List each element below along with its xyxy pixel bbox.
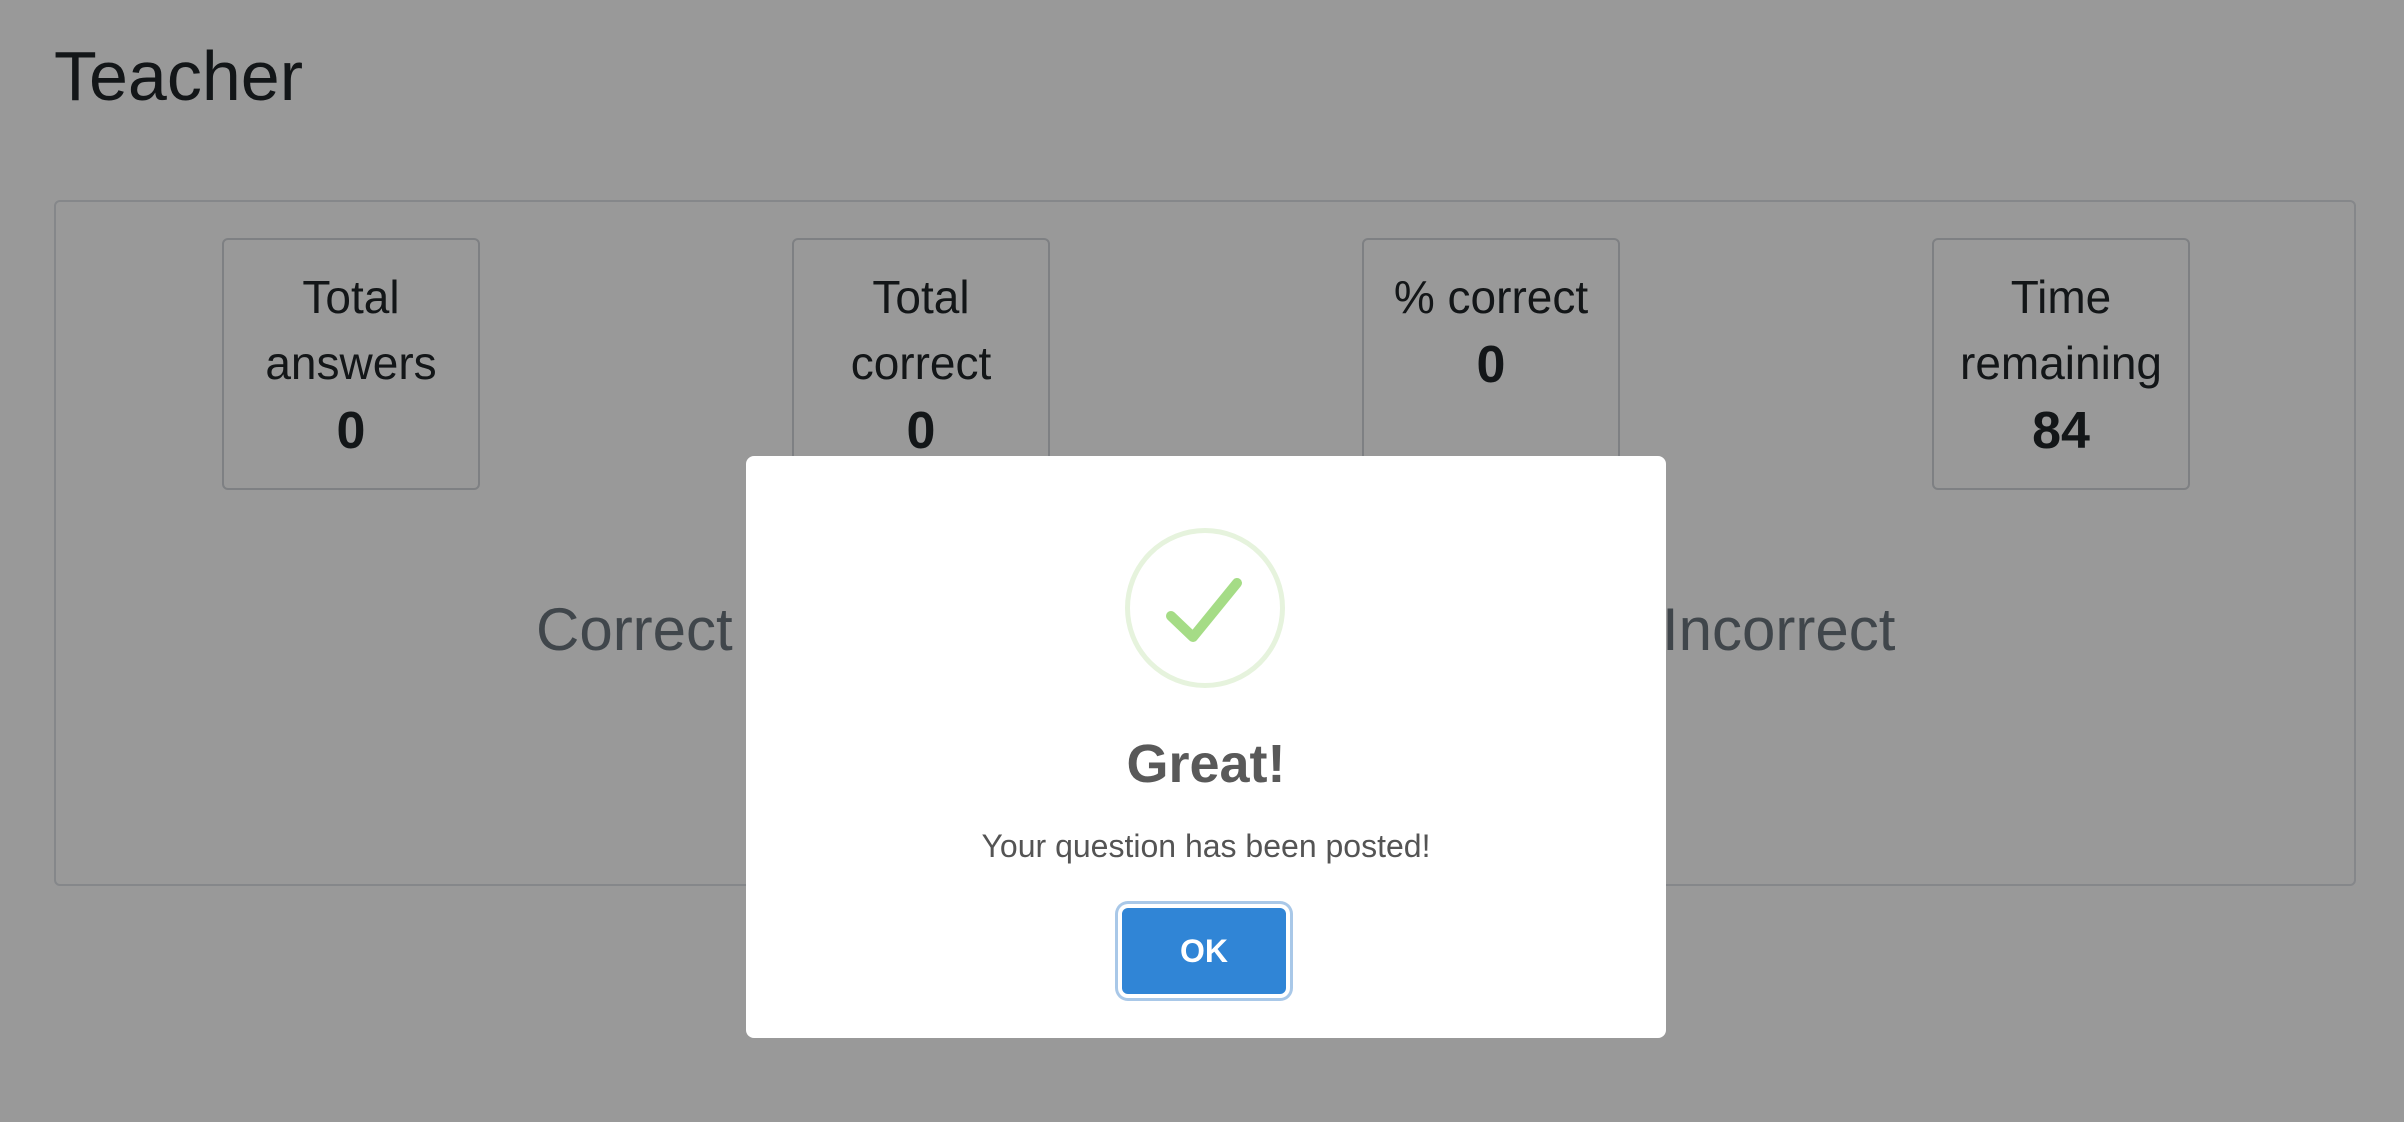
dialog-title: Great! <box>1126 734 1286 794</box>
teacher-page: Teacher Total answers 0 Total correct 0 … <box>0 0 2404 1122</box>
dialog-message: Your question has been posted! <box>981 828 1431 864</box>
success-dialog: Great! Your question has been posted! OK <box>746 456 1666 1038</box>
ok-button[interactable]: OK <box>1122 908 1286 994</box>
checkmark-icon <box>1125 528 1285 688</box>
